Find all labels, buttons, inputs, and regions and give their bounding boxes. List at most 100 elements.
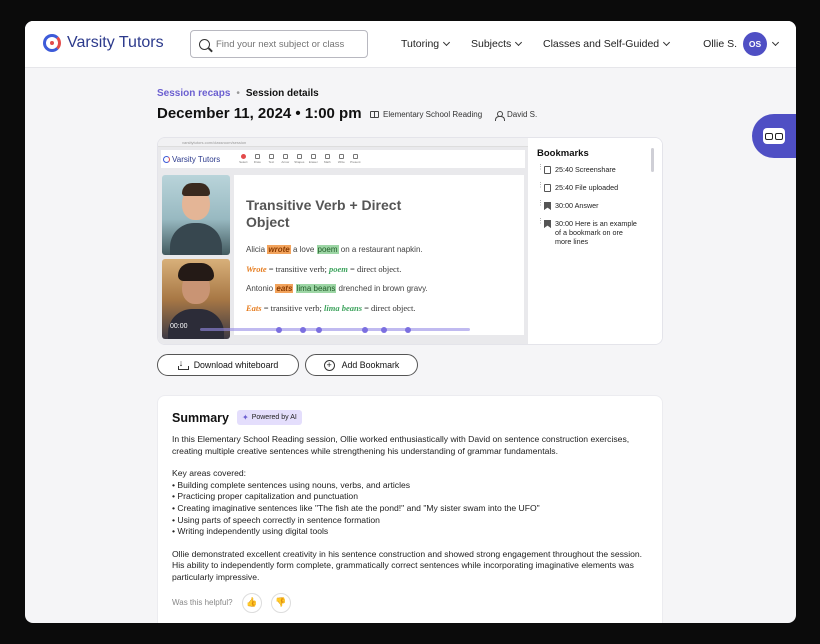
bookmark-text: Answer: [574, 201, 599, 210]
search-input[interactable]: [216, 38, 356, 50]
video-time: 00:00: [170, 323, 188, 330]
list-item: Writing independently using digital tool…: [172, 526, 648, 538]
drag-handle-icon[interactable]: ⋮: [537, 200, 544, 207]
ai-badge: ✦ Powered by AI: [236, 410, 302, 425]
drag-handle-icon[interactable]: ⋮: [537, 218, 544, 225]
breadcrumb-session-recaps[interactable]: Session recaps: [157, 88, 230, 99]
session-subject-label: Elementary School Reading: [383, 110, 483, 119]
session-video[interactable]: varsitytutors.com/classroom/session Vars…: [158, 138, 528, 344]
add-bookmark-button[interactable]: + Add Bookmark: [305, 354, 418, 376]
tool-text-icon: Text: [266, 154, 276, 164]
logo-mark-icon: [163, 155, 170, 163]
nav-menu-label: Tutoring: [401, 38, 440, 50]
whiteboard-definition-1: Wrote = transitive verb; poem = direct o…: [246, 264, 402, 274]
summary-body: In this Elementary School Reading sessio…: [172, 434, 648, 584]
tool-math-icon: Math: [322, 154, 332, 164]
ai-tutor-button[interactable]: [752, 114, 796, 158]
bookmarks-panel: Bookmarks ⋮ 25:40 Screenshare ⋮ 25:40 Fi…: [528, 138, 662, 344]
whiteboard-canvas: Transitive Verb + Direct Object Alicia w…: [234, 175, 524, 335]
tool-select-icon: Select: [238, 154, 248, 164]
bookmark-time: 30:00: [555, 201, 573, 210]
summary-card: Summary ✦ Powered by AI In this Elementa…: [157, 395, 663, 623]
chevron-down-icon: [443, 38, 451, 47]
session-player: varsitytutors.com/classroom/session Vars…: [157, 137, 663, 345]
session-tutor: David S.: [495, 110, 538, 121]
timeline-bookmark-marker[interactable]: [275, 326, 282, 333]
list-item: Practicing proper capitalization and pun…: [172, 491, 648, 503]
thumbs-up-icon[interactable]: 👍: [241, 592, 262, 613]
search-icon: [199, 38, 210, 50]
breadcrumb-separator: •: [236, 88, 240, 99]
download-whiteboard-label: Download whiteboard: [193, 360, 279, 370]
drag-handle-icon[interactable]: ⋮: [537, 164, 544, 171]
nav-menu-label: Subjects: [471, 38, 512, 50]
bookmark-time: 30:00: [555, 219, 573, 228]
whiteboard-logo-text: Varsity Tutors: [172, 154, 221, 164]
nav-menu-subjects[interactable]: Subjects: [471, 38, 523, 50]
video-progress-track[interactable]: [200, 326, 470, 333]
helpful-label: Was this helpful?: [172, 598, 233, 608]
add-bookmark-label: Add Bookmark: [341, 360, 400, 370]
person-icon: [495, 110, 505, 121]
session-tutor-label: David S.: [507, 110, 538, 119]
file-icon: [544, 184, 551, 192]
logo[interactable]: Varsity Tutors: [43, 34, 164, 52]
breadcrumb-current: Session details: [245, 88, 319, 99]
list-item: Using parts of speech correctly in sente…: [172, 515, 648, 527]
summary-intro: In this Elementary School Reading sessio…: [172, 434, 630, 456]
nav-menu-label: Classes and Self-Guided: [543, 38, 660, 50]
list-item: Building complete sentences using nouns,…: [172, 480, 648, 492]
search-box[interactable]: [190, 30, 368, 58]
app-window: Varsity Tutors Tutoring Subjects Classes…: [25, 21, 796, 623]
top-nav: Varsity Tutors Tutoring Subjects Classes…: [25, 21, 796, 68]
summary-title: Summary: [172, 410, 229, 425]
download-whiteboard-button[interactable]: Download whiteboard: [157, 354, 299, 376]
timeline-bookmark-marker[interactable]: [316, 326, 323, 333]
whiteboard-sentence-2: Antonio eats lima beans drenched in brow…: [246, 284, 428, 293]
tool-eraser-icon: Eraser: [308, 154, 318, 164]
whiteboard-sentence-1: Alicia wrote a love poem on a restaurant…: [246, 245, 423, 254]
bookmark-text: File uploaded: [575, 183, 619, 192]
screen-icon: [544, 166, 551, 174]
bookmark-item[interactable]: ⋮ 25:40 File uploaded: [537, 182, 662, 192]
bookmark-time: 25:40: [555, 183, 573, 192]
feedback-row: Was this helpful? 👍 👎: [172, 592, 648, 613]
timeline-bookmark-marker[interactable]: [362, 326, 368, 333]
timeline-bookmark-marker[interactable]: [299, 326, 306, 333]
bookmarks-title: Bookmarks: [537, 148, 589, 159]
chevron-down-icon: [663, 38, 671, 47]
tool-shapes-icon: Shapes: [294, 154, 304, 164]
list-item: Creating imaginative sentences like "The…: [172, 503, 648, 515]
logo-text: Varsity Tutors: [67, 34, 164, 51]
chevron-down-icon: [515, 38, 523, 47]
whiteboard-title: Transitive Verb + Direct Object: [246, 197, 402, 230]
tool-draw-icon: Draw: [252, 154, 262, 164]
summary-areas-list: Building complete sentences using nouns,…: [172, 480, 648, 538]
timeline-bookmark-marker[interactable]: [380, 326, 387, 333]
whiteboard-definition-2: Eats = transitive verb; lima beans = dir…: [246, 303, 416, 313]
tool-present-icon: Present: [350, 154, 360, 164]
session-subject: Elementary School Reading: [370, 110, 482, 119]
user-menu[interactable]: Ollie S. OS: [703, 32, 780, 56]
drag-handle-icon[interactable]: ⋮: [537, 182, 544, 189]
thumbs-down-icon[interactable]: 👎: [270, 592, 291, 613]
video-timeline[interactable]: 00:00: [170, 323, 470, 337]
glasses-face-icon: [763, 128, 785, 144]
sparkle-icon: ✦: [241, 413, 249, 422]
avatar: OS: [743, 32, 767, 56]
user-name: Ollie S.: [703, 38, 737, 50]
tool-arrow-icon: Arrow: [280, 154, 290, 164]
page-title: December 11, 2024 • 1:00 pm: [157, 105, 362, 122]
summary-areas-label: Key areas covered:: [172, 468, 247, 479]
bookmark-text: Screenshare: [575, 165, 616, 174]
nav-menu-tutoring[interactable]: Tutoring: [401, 38, 451, 50]
bookmark-item[interactable]: ⋮ 30:00 Answer: [537, 200, 662, 210]
timeline-bookmark-marker[interactable]: [405, 326, 412, 333]
tool-write-icon: Write: [336, 154, 346, 164]
logo-mark-icon: [43, 34, 61, 52]
nav-menu-classes[interactable]: Classes and Self-Guided: [543, 38, 671, 50]
bookmark-item[interactable]: ⋮ 25:40 Screenshare: [537, 164, 662, 174]
browser-url-bar: varsitytutors.com/classroom/session: [158, 138, 528, 147]
bookmarks-scrollbar[interactable]: [651, 148, 654, 172]
bookmark-item[interactable]: ⋮ 30:00 Here is an example of a bookmark…: [537, 218, 662, 246]
